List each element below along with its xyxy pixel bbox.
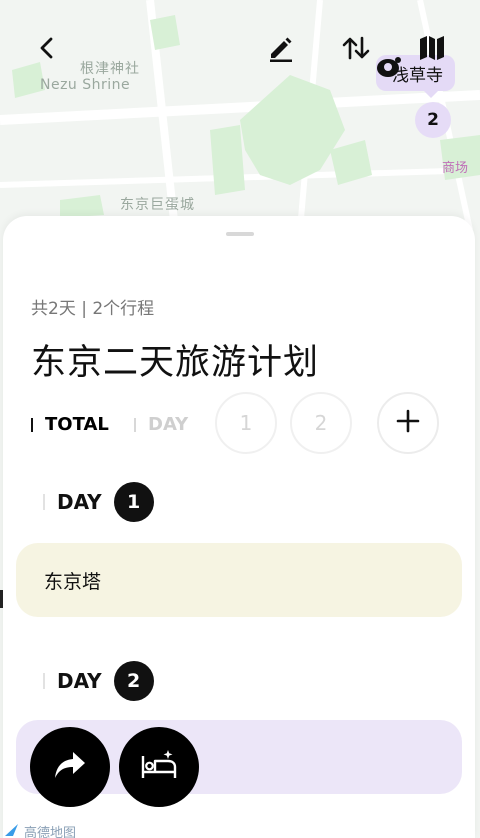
poi-cluster-count[interactable]: 2	[415, 102, 451, 138]
map-label-nezu: 根津神社	[80, 61, 140, 77]
share-button[interactable]	[30, 727, 110, 807]
plan-meta: 共2天 | 2个行程	[31, 299, 155, 319]
tab-day[interactable]: DAY	[134, 414, 188, 435]
itinerary-item[interactable]: 东京塔	[16, 543, 462, 617]
day-header-label: DAY	[57, 669, 102, 693]
tab-total-label: TOTAL	[45, 414, 109, 435]
plus-icon	[396, 409, 420, 437]
bed-sparkle-icon	[139, 748, 179, 786]
back-button[interactable]	[27, 30, 67, 70]
day-header-marker	[43, 673, 45, 689]
day-header-label: DAY	[57, 490, 102, 514]
swap-vertical-icon	[341, 35, 371, 65]
share-arrow-icon	[53, 750, 87, 784]
tab-total[interactable]: TOTAL	[31, 414, 109, 435]
amap-logo-icon	[4, 823, 20, 838]
map-view-button[interactable]	[412, 30, 452, 70]
view-tabs: TOTAL DAY 1 2	[3, 392, 475, 454]
day-number-badge: 1	[113, 482, 154, 522]
chevron-left-icon	[37, 36, 57, 64]
day-select-button-2[interactable]: 2	[290, 392, 352, 454]
edit-button[interactable]	[260, 30, 300, 70]
pencil-icon	[266, 34, 294, 66]
map-label-nezu-en: Nezu Shrine	[40, 77, 131, 93]
tab-indicator	[31, 417, 33, 432]
add-day-button[interactable]	[377, 392, 439, 454]
map-label-mall: 商场	[442, 161, 469, 176]
day-header-1: DAY 1	[43, 482, 154, 522]
hotel-button[interactable]	[119, 727, 199, 807]
tab-day-label: DAY	[148, 414, 189, 435]
reorder-button[interactable]	[336, 30, 376, 70]
page-title: 东京二天旅游计划	[31, 343, 320, 383]
itinerary-item-label: 东京塔	[44, 570, 102, 593]
map-attribution: 高德地图	[4, 822, 76, 838]
day-select-button-1[interactable]: 1	[215, 392, 277, 454]
map-label-dome: 东京巨蛋城	[120, 197, 195, 213]
day-number-badge: 2	[113, 661, 154, 701]
day-header-marker	[43, 494, 45, 510]
sheet-drag-handle[interactable]	[226, 232, 254, 236]
map-attribution-text: 高德地图	[24, 826, 77, 838]
tab-indicator	[134, 417, 136, 432]
folded-map-icon	[418, 35, 446, 65]
edge-marker	[0, 590, 3, 608]
day-header-2: DAY 2	[43, 661, 154, 701]
